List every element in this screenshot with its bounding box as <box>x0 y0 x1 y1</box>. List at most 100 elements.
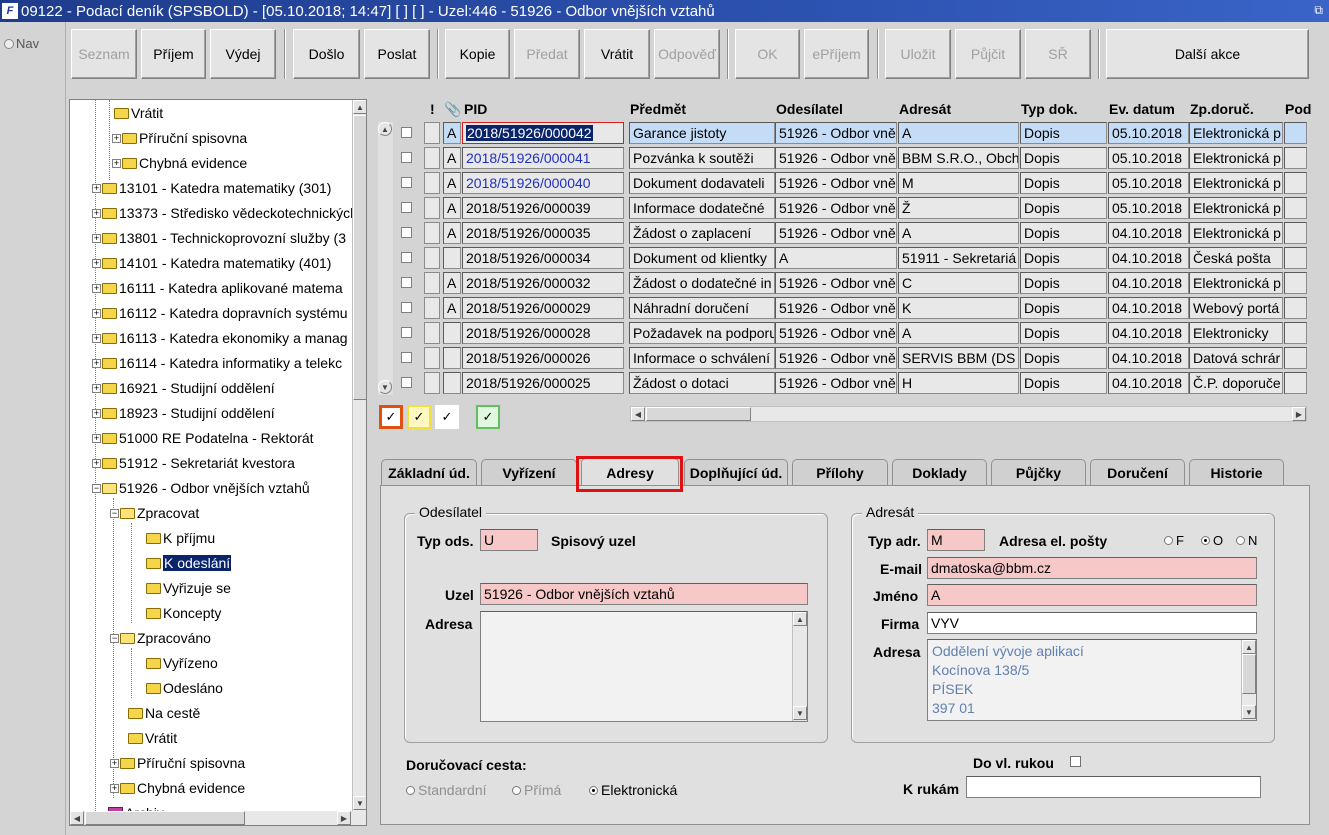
tab-vyrizeni[interactable]: Vyřízení <box>481 459 577 485</box>
cell-pod[interactable] <box>1284 172 1307 194</box>
cell-typ[interactable]: Dopis <box>1020 272 1107 294</box>
expand-icon[interactable]: + <box>92 283 101 293</box>
cell-pid[interactable]: 2018/51926/000029 <box>462 297 624 319</box>
legend-filter-green[interactable]: ✓ <box>476 405 500 429</box>
cell-adresat[interactable]: A <box>898 122 1019 144</box>
restore-icon[interactable]: ⧉ <box>1314 3 1323 18</box>
tree-item[interactable]: +16114 - Katedra informatiky a telekc <box>92 353 342 373</box>
cell-zp[interactable]: Elektronická p <box>1189 272 1283 294</box>
cell-pid[interactable]: 2018/51926/000028 <box>462 322 624 344</box>
col-header-excl[interactable]: ! <box>430 99 435 119</box>
adresat-adresa-field[interactable]: Oddělení vývoje aplikací Kocínova 138/5 … <box>927 639 1257 721</box>
cell-odesilatel[interactable]: 51926 - Odbor vně <box>775 297 897 319</box>
radio-standardni[interactable]: Standardní <box>406 782 487 798</box>
cell-a[interactable]: A <box>443 172 461 194</box>
cell-a[interactable]: A <box>443 147 461 169</box>
cell-odesilatel[interactable]: 51926 - Odbor vně <box>775 172 897 194</box>
tree-item[interactable]: − Zpracováno <box>110 628 211 648</box>
cell-zp[interactable]: Datová schrár <box>1189 347 1283 369</box>
legend-filter-white[interactable]: ✓ <box>435 405 459 429</box>
cell-odesilatel[interactable]: A <box>775 247 897 269</box>
tree-item[interactable]: +16113 - Katedra ekonomiky a manag <box>92 328 348 348</box>
tree-item[interactable]: +16111 - Katedra aplikované matema <box>92 278 343 298</box>
eprijem-button[interactable]: ePříjem <box>804 29 869 79</box>
textarea-scrollbar[interactable]: ▲ ▼ <box>792 612 807 721</box>
table-row[interactable]: A 2018/51926/000032 Žádost o dodatečné in 5… <box>378 272 1307 297</box>
cell-predmet[interactable]: Garance jistoty <box>629 122 775 144</box>
col-header-predmet[interactable]: Předmět <box>630 99 686 119</box>
sr-button[interactable]: SŘ <box>1025 29 1091 79</box>
table-row[interactable]: 2018/51926/000034 Dokument od klientky A 51… <box>378 247 1307 272</box>
table-row[interactable]: A 2018/51926/000029 Náhradní doručení 51926… <box>378 297 1307 322</box>
cell-datum[interactable]: 04.10.2018 <box>1108 222 1189 244</box>
cell-zp[interactable]: Č.P. doporuče <box>1189 372 1283 394</box>
scroll-right-icon[interactable]: ▶ <box>337 811 351 825</box>
expand-icon[interactable]: + <box>92 258 101 268</box>
cell-pod[interactable] <box>1284 222 1307 244</box>
expand-icon[interactable]: + <box>92 358 101 368</box>
legend-filter-red[interactable]: ✓ <box>379 405 403 429</box>
cell-adresat[interactable]: A <box>898 222 1019 244</box>
cell-predmet[interactable]: Žádost o zaplacení <box>629 222 775 244</box>
radio-o[interactable]: O <box>1201 533 1223 548</box>
cell-typ[interactable]: Dopis <box>1020 222 1107 244</box>
cell-pod[interactable] <box>1284 197 1307 219</box>
tab-pujcky[interactable]: Půjčky <box>991 459 1086 485</box>
cell-adresat[interactable]: K <box>898 297 1019 319</box>
scroll-down-icon[interactable]: ▼ <box>1242 705 1256 719</box>
cell-adresat[interactable]: SERVIS BBM (DS <box>898 347 1019 369</box>
col-header-zp-doruc[interactable]: Zp.doruč. <box>1190 99 1254 119</box>
row-checkbox[interactable] <box>401 327 412 338</box>
predat-button[interactable]: Předat <box>514 29 580 79</box>
tab-zakladni-ud[interactable]: Základní úd. <box>381 459 477 485</box>
col-header-pod[interactable]: Pod <box>1285 99 1311 119</box>
cell-predmet[interactable]: Informace o schválení <box>629 347 775 369</box>
cell-odesilatel[interactable]: 51926 - Odbor vně <box>775 122 897 144</box>
scroll-thumb[interactable] <box>1242 654 1256 694</box>
cell-adresat[interactable]: A <box>898 322 1019 344</box>
cell-datum[interactable]: 05.10.2018 <box>1108 172 1189 194</box>
row-checkbox[interactable] <box>401 277 412 288</box>
cell-datum[interactable]: 04.10.2018 <box>1108 347 1189 369</box>
ok-button[interactable]: OK <box>735 29 800 79</box>
cell-pod[interactable] <box>1284 272 1307 294</box>
cell-odesilatel[interactable]: 51926 - Odbor vně <box>775 147 897 169</box>
tree-item[interactable]: Koncepty <box>146 603 221 623</box>
tree-item-selected[interactable]: K odeslání <box>146 553 233 573</box>
cell-a[interactable]: A <box>443 272 461 294</box>
kopie-button[interactable]: Kopie <box>445 29 510 79</box>
collapse-icon[interactable]: − <box>110 508 119 518</box>
cell-adresat[interactable]: C <box>898 272 1019 294</box>
cell-odesilatel[interactable]: 51926 - Odbor vně <box>775 372 897 394</box>
cell-predmet[interactable]: Žádost o dodatečné in <box>629 272 775 294</box>
row-checkbox[interactable] <box>401 152 412 163</box>
tree-item[interactable]: +13101 - Katedra matematiky (301) <box>92 178 331 198</box>
cell-datum[interactable]: 04.10.2018 <box>1108 297 1189 319</box>
expand-icon[interactable]: + <box>92 333 101 343</box>
scroll-thumb[interactable] <box>646 407 751 421</box>
cell-odesilatel[interactable]: 51926 - Odbor vně <box>775 322 897 344</box>
cell-zp[interactable]: Elektronická p <box>1189 222 1283 244</box>
scroll-down-icon[interactable]: ▼ <box>793 706 807 720</box>
table-row[interactable]: A 2018/51926/000035 Žádost o zaplacení 5192… <box>378 222 1307 247</box>
vratit-button[interactable]: Vrátit <box>584 29 650 79</box>
table-row[interactable]: A 2018/51926/000040 Dokument dodavateli 519… <box>378 172 1307 197</box>
col-header-ev-datum[interactable]: Ev. datum <box>1109 99 1175 119</box>
expand-icon[interactable]: + <box>92 208 101 218</box>
cell-zp[interactable]: Elektronická p <box>1189 172 1283 194</box>
tree-item[interactable]: + Chybná evidence <box>110 778 245 798</box>
cell-a[interactable] <box>443 322 461 344</box>
uzel-field[interactable]: 51926 - Odbor vnějších vztahů <box>480 583 808 605</box>
tree-horizontal-scrollbar[interactable]: ◀ ▶ <box>70 811 366 825</box>
typ-ods-field[interactable]: U <box>480 529 538 551</box>
expand-icon[interactable]: + <box>92 183 101 193</box>
col-header-typ-dok[interactable]: Typ dok. <box>1021 99 1078 119</box>
col-header-adresat[interactable]: Adresát <box>899 99 951 119</box>
expand-icon[interactable]: + <box>92 233 101 243</box>
odesilatel-adresa-field[interactable]: ▲ ▼ <box>480 611 808 722</box>
tree-item[interactable]: Vrátit <box>128 728 177 748</box>
cell-predmet[interactable]: Informace dodatečné <box>629 197 775 219</box>
tab-historie[interactable]: Historie <box>1189 459 1284 485</box>
cell-a[interactable]: A <box>443 222 461 244</box>
cell-predmet[interactable]: Pozvánka k soutěži <box>629 147 775 169</box>
